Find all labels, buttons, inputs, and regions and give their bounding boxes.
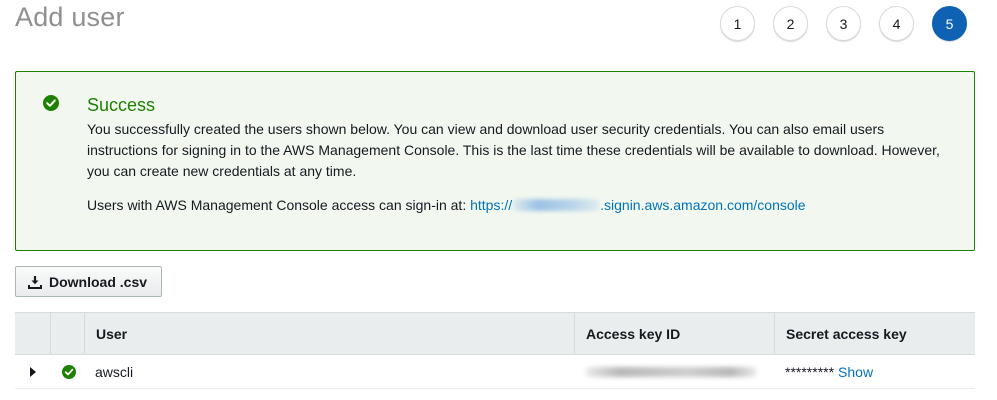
success-alert: Success You successfully created the use… bbox=[15, 71, 975, 251]
download-label: Download .csv bbox=[49, 273, 148, 290]
alert-title: Success bbox=[87, 95, 156, 115]
access-key-value bbox=[574, 355, 774, 388]
page-title: Add user bbox=[15, 2, 125, 32]
user-column-header[interactable]: User bbox=[84, 313, 574, 354]
show-secret-link[interactable]: Show bbox=[838, 364, 873, 380]
step-1[interactable]: 1 bbox=[720, 6, 755, 41]
secret-key-column-header[interactable]: Secret access key bbox=[774, 313, 975, 354]
alert-message: You successfully created the users shown… bbox=[87, 121, 940, 179]
credentials-table: User Access key ID Secret access key aws… bbox=[15, 312, 975, 389]
signin-link[interactable]: https:// .signin.aws.amazon.com/console bbox=[470, 197, 805, 213]
table-header: User Access key ID Secret access key bbox=[15, 312, 975, 355]
redacted-account-id bbox=[512, 199, 601, 211]
status-column-header bbox=[50, 313, 84, 354]
secret-key-cell: ********* Show bbox=[774, 355, 975, 388]
user-name: awscli bbox=[95, 363, 134, 380]
download-csv-button[interactable]: Download .csv bbox=[15, 266, 162, 297]
table-row: awscli ********* Show bbox=[15, 355, 975, 389]
redacted-access-key bbox=[585, 366, 757, 377]
signin-link-end: .signin.aws.amazon.com/console bbox=[600, 197, 806, 213]
access-key-column-header[interactable]: Access key ID bbox=[574, 313, 774, 354]
signin-info: Users with AWS Management Console access… bbox=[87, 197, 806, 213]
step-3[interactable]: 3 bbox=[826, 6, 861, 41]
check-circle-icon bbox=[43, 95, 59, 111]
download-icon bbox=[28, 275, 42, 289]
step-5[interactable]: 5 bbox=[932, 6, 967, 41]
expand-column-header bbox=[15, 313, 50, 354]
secret-key-masked: ********* bbox=[785, 363, 835, 380]
signin-link-start: https:// bbox=[470, 197, 513, 213]
step-indicator: 1 2 3 4 5 bbox=[720, 6, 967, 41]
step-2[interactable]: 2 bbox=[773, 6, 808, 41]
step-4[interactable]: 4 bbox=[879, 6, 914, 41]
signin-prefix: Users with AWS Management Console access… bbox=[87, 197, 467, 213]
status-ok-icon bbox=[50, 355, 84, 388]
expand-row-icon[interactable] bbox=[15, 355, 50, 388]
